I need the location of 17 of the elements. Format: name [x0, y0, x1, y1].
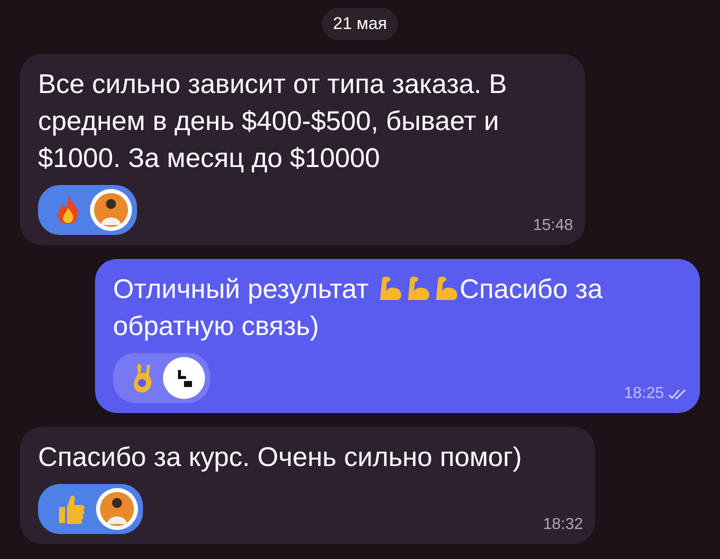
- avatar-icon: [90, 189, 132, 231]
- message-time: 18:32: [542, 516, 583, 534]
- avatar-icon: [96, 488, 138, 530]
- fire-icon: [56, 195, 80, 225]
- thumbs-up-icon: [56, 493, 86, 525]
- message-time: 15:48: [532, 217, 573, 235]
- reaction-button[interactable]: [38, 484, 143, 534]
- message-text: Спасибо за курс. Очень сильно помог): [38, 441, 522, 474]
- message-text: Все сильно зависит от типа заказа. В среднем в день $400-$500, бывает и $1000. За месяц до $10000: [38, 68, 508, 175]
- avatar-icon: [163, 357, 205, 399]
- message-text: обратную связь): [113, 310, 320, 343]
- message-text: Отличный результат: [113, 273, 369, 306]
- date-label: 21 мая: [322, 8, 398, 40]
- reaction-button[interactable]: [38, 185, 137, 235]
- message-text: Спасибо за: [460, 273, 603, 306]
- read-checkmarks-icon: [668, 388, 688, 400]
- message-time: 18:25: [624, 385, 664, 403]
